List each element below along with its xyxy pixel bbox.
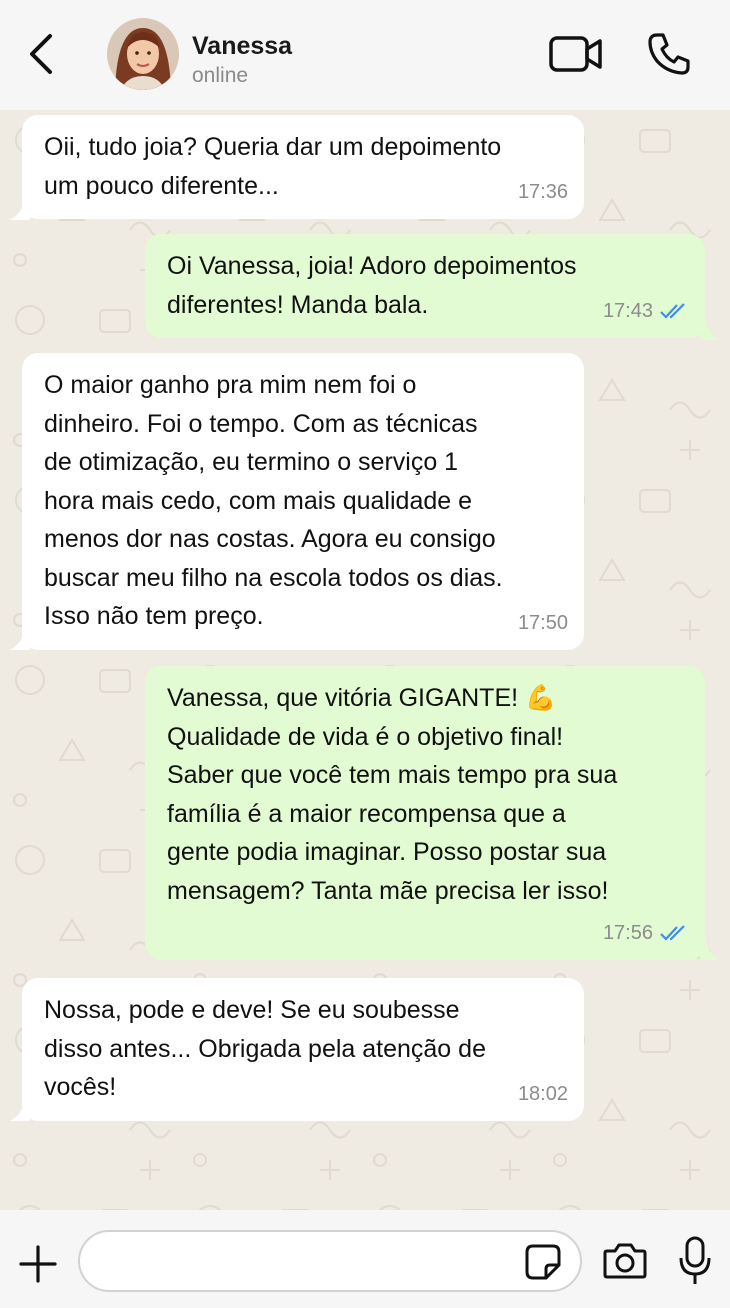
message-text: Vanessa, que vitória GIGANTE! 💪 Qualidad…: [167, 684, 618, 905]
video-call-icon[interactable]: [548, 34, 604, 74]
microphone-icon[interactable]: [678, 1236, 712, 1286]
read-receipt-icon: [660, 924, 685, 941]
camera-icon[interactable]: [602, 1240, 648, 1280]
contact-avatar[interactable]: [107, 18, 179, 90]
message-text: O maior ganho pra mim nem foi o dinheiro…: [44, 371, 503, 630]
message-meta: 17:56: [603, 914, 689, 953]
message-time: 17:36: [517, 180, 568, 203]
chat-area[interactable]: Oii, tudo joia? Queria dar um depoimento…: [0, 110, 730, 1210]
message-time: 17:56: [602, 921, 653, 944]
message-bubble-incoming[interactable]: O maior ganho pra mim nem foi o dinheiro…: [22, 353, 584, 650]
message-time: 18:02: [517, 1082, 568, 1105]
back-arrow-icon[interactable]: [22, 28, 62, 80]
message-input[interactable]: [78, 1230, 582, 1292]
message-time: 17:43: [602, 299, 653, 322]
chat-header: Vanessa online: [0, 0, 730, 110]
message-meta: 18:02: [518, 1075, 568, 1114]
message-text: Nossa, pode e deve! Se eu soubesse disso…: [44, 996, 486, 1101]
message-meta: 17:36: [518, 173, 568, 212]
read-receipt-icon: [660, 302, 685, 319]
message-time: 17:50: [517, 611, 568, 634]
phone-icon[interactable]: [645, 30, 693, 78]
contact-name[interactable]: Vanessa: [192, 32, 292, 61]
plus-icon[interactable]: [18, 1244, 58, 1284]
contact-status: online: [192, 64, 249, 87]
message-text: Oii, tudo joia? Queria dar um depoimento…: [44, 133, 502, 200]
message-meta: 17:50: [518, 604, 568, 643]
message-bubble-outgoing[interactable]: Oi Vanessa, joia! Adoro depoimentos dife…: [145, 234, 705, 338]
message-composer: [0, 1210, 730, 1308]
sticker-icon[interactable]: [524, 1243, 562, 1281]
message-bubble-outgoing[interactable]: Vanessa, que vitória GIGANTE! 💪 Qualidad…: [145, 666, 705, 960]
message-bubble-incoming[interactable]: Oii, tudo joia? Queria dar um depoimento…: [22, 115, 584, 219]
message-meta: 17:43: [603, 292, 689, 331]
message-bubble-incoming[interactable]: Nossa, pode e deve! Se eu soubesse disso…: [22, 978, 584, 1121]
